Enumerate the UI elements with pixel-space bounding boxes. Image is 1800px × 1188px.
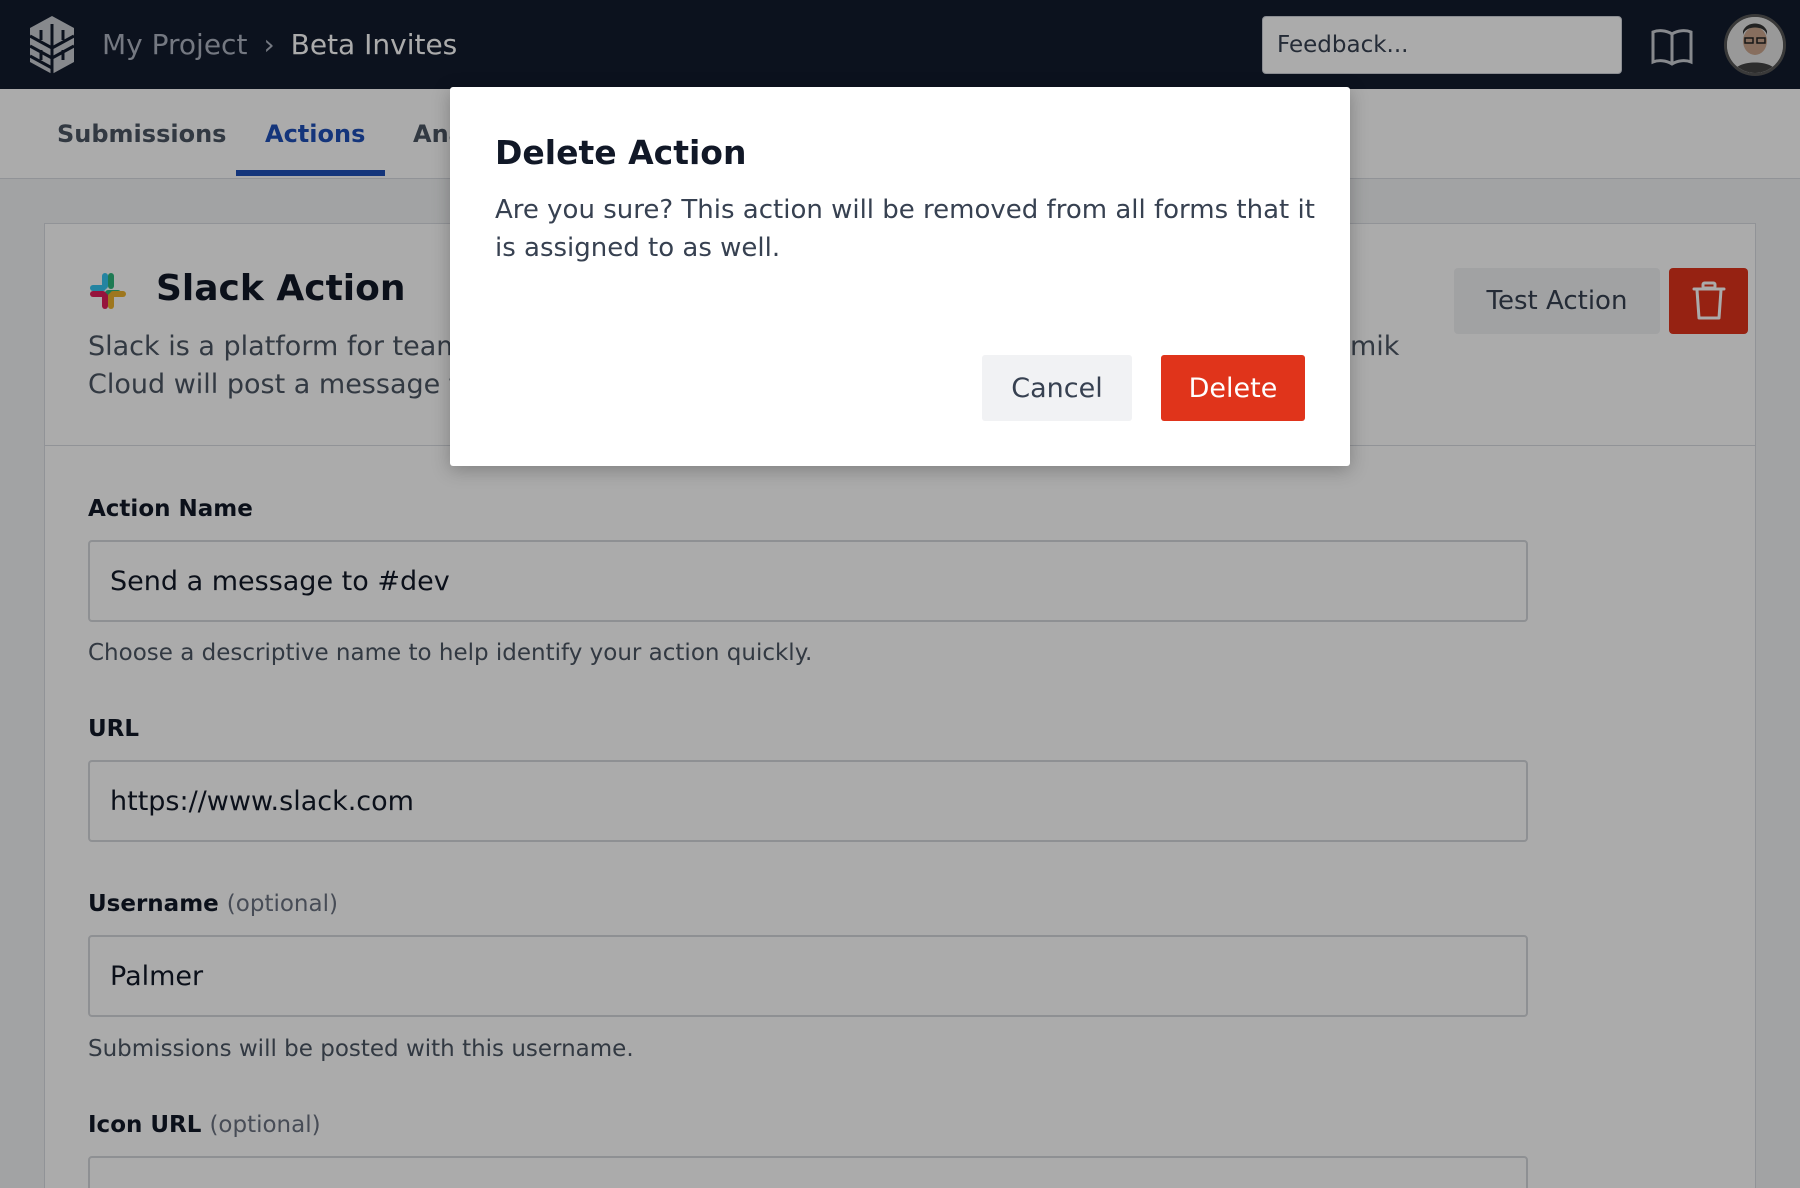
confirm-delete-button[interactable]: Delete <box>1161 355 1305 421</box>
delete-confirmation-dialog: Delete Action Are you sure? This action … <box>450 87 1350 466</box>
dialog-title: Delete Action <box>495 133 747 172</box>
dialog-message: Are you sure? This action will be remove… <box>495 195 1315 263</box>
cancel-button[interactable]: Cancel <box>982 355 1132 421</box>
